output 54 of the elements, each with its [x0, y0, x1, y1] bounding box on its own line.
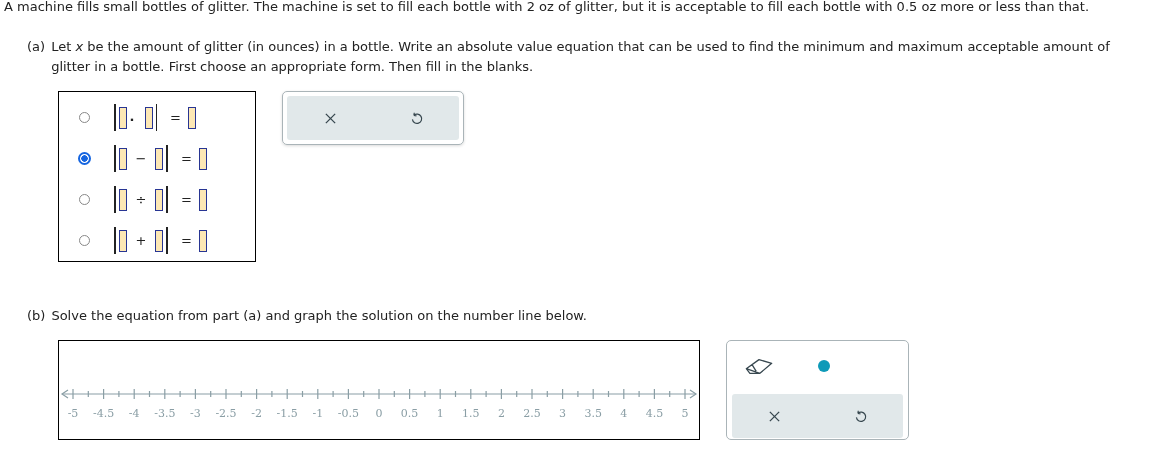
tick-label: 2.5	[523, 407, 541, 420]
point-tool-icon[interactable]	[818, 360, 830, 372]
question-text: Solve the equation from part (a) and graph the solution on the number line below.	[51, 307, 587, 325]
blank-field[interactable]	[187, 106, 196, 129]
problem-text: A machine fills small bottles of glitter. The machine is set to fill each bottle with 2 oz of glitter, but it is acceptable to fill each bottle with 0.5 oz more or less than that.	[3, 0, 1091, 16]
tick-label: -3	[190, 407, 201, 420]
tick-label: -2	[251, 407, 262, 420]
blank-field[interactable]	[144, 106, 153, 129]
tick-label: 1	[436, 407, 444, 420]
blank-field[interactable]	[198, 147, 207, 170]
tick-label: 4	[620, 407, 628, 420]
blank-field[interactable]	[118, 229, 127, 252]
operator-symbol: −	[134, 151, 148, 166]
blank-field[interactable]	[155, 188, 164, 211]
blank-field[interactable]	[155, 147, 164, 170]
blank-field[interactable]	[118, 188, 127, 211]
radio-button[interactable]	[78, 152, 91, 165]
operator-symbol: ÷	[134, 192, 148, 207]
tick-label: -0.5	[337, 407, 359, 420]
tick-label: 0.5	[400, 407, 419, 420]
tick-label: 1.5	[462, 407, 480, 420]
equals-sign: =	[169, 110, 182, 125]
tick-label: -2.5	[215, 407, 237, 420]
question-text: Let x be the amount of glitter (in ounces) in a bottle. Write an absolute value equation that can be used to find the minimum and maximum acceptable amount of glitter in a bottle. First choose an appropriate form. Then fill in the blanks.	[51, 38, 1111, 76]
undo-icon[interactable]	[409, 111, 423, 125]
tick-label: 0	[375, 407, 383, 420]
equals-sign: =	[179, 233, 193, 248]
blank-field[interactable]	[198, 229, 207, 252]
operator-symbol: ·	[129, 111, 136, 124]
part-label: (a)	[27, 38, 46, 56]
tick-label: 4.5	[645, 407, 664, 420]
tick-label: 5	[681, 407, 689, 420]
graph-area[interactable]: -5 -4.5 -4 -3.5 -3 -2.5 -2 -1.5 -1 -0.5 0 0.5 1 1.5 2 2.5 3 3.5 4 4.5 5	[58, 340, 700, 440]
tick-label: -5	[67, 407, 79, 420]
equals-sign: =	[179, 192, 193, 207]
operator-symbol: +	[134, 233, 148, 248]
tick-label: 3.5	[584, 407, 602, 420]
tick-label: -3.5	[154, 407, 176, 420]
tick-label: 3	[559, 407, 567, 420]
tick-label: -1.5	[276, 407, 298, 420]
blank-field[interactable]	[118, 147, 127, 170]
tick-label: -1	[312, 407, 324, 420]
close-icon[interactable]	[323, 111, 337, 125]
blank-field[interactable]	[118, 106, 127, 129]
tick-label: -4.5	[93, 407, 115, 420]
equals-sign: =	[179, 151, 193, 166]
close-icon[interactable]	[768, 409, 782, 423]
blank-field[interactable]	[155, 229, 164, 252]
blank-field[interactable]	[198, 188, 207, 211]
tick-label: -4	[128, 407, 140, 420]
part-label: (b)	[27, 307, 46, 325]
eraser-icon[interactable]	[744, 356, 774, 376]
undo-icon[interactable]	[853, 409, 867, 423]
tick-label: 2	[497, 407, 505, 420]
